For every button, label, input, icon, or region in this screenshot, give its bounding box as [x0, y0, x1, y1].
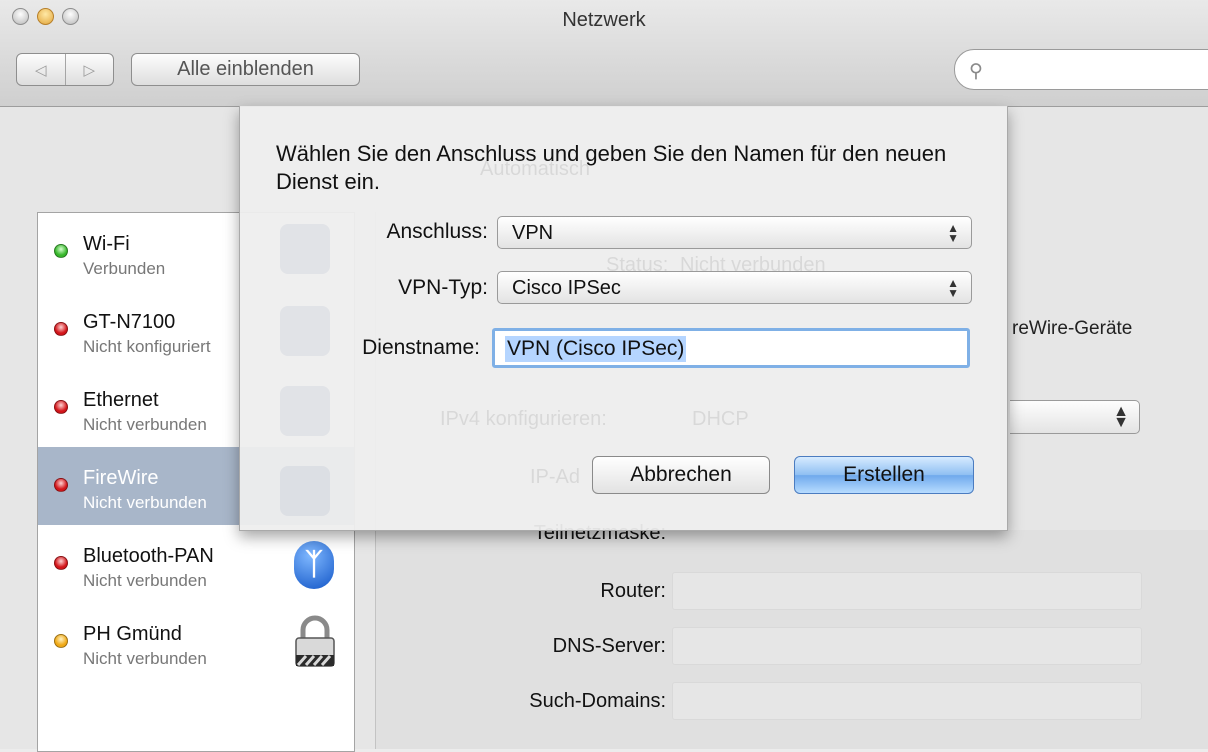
service-name: Ethernet: [83, 389, 159, 411]
ip-address-ghost-label: IP-Ad: [530, 466, 581, 488]
service-name-field[interactable]: VPN (Cisco IPSec): [492, 328, 970, 368]
service-item-ph-gmuend[interactable]: PH Gmünd Nicht verbunden: [38, 603, 354, 681]
status-green-icon: [54, 244, 68, 258]
status-yellow-icon: [54, 634, 68, 648]
firewire-info-text: reWire-Geräte: [1012, 318, 1133, 339]
status-red-icon: [54, 400, 68, 414]
status-red-icon: [54, 556, 68, 570]
dns-server-label: DNS-Server:: [552, 635, 666, 657]
popup-arrows-icon: ▲ ▼: [1113, 403, 1129, 431]
search-field[interactable]: ⚲: [954, 49, 1208, 90]
sheet-prompt: Wählen Sie den Anschluss und geben Sie d…: [276, 141, 947, 194]
create-button[interactable]: Erstellen: [794, 456, 974, 494]
back-forward-control: ◁ ▷: [16, 53, 114, 86]
search-domains-field: [672, 682, 1142, 720]
search-icon: ⚲: [969, 61, 983, 82]
show-all-button[interactable]: Alle einblenden: [131, 53, 360, 86]
back-arrow-icon[interactable]: ◁: [17, 54, 66, 85]
service-status: Nicht verbunden: [83, 571, 207, 590]
window-title: Netzwerk: [562, 9, 646, 31]
cancel-button[interactable]: Abbrechen: [592, 456, 770, 494]
service-name: FireWire: [83, 467, 159, 489]
service-name-label: Dienstname:: [362, 336, 480, 359]
service-name-value: VPN (Cisco IPSec): [505, 336, 687, 362]
window-toolbar: Netzwerk ◁ ▷ Alle einblenden ⚲: [0, 0, 1208, 107]
vpn-type-label: VPN-Typ:: [398, 276, 488, 299]
bluetooth-icon: ᛉ: [294, 541, 334, 589]
service-name: Bluetooth-PAN: [83, 545, 214, 567]
vpn-type-popup[interactable]: Cisco IPSec ▲ ▼: [497, 271, 972, 304]
firewire-ghost-icon: [280, 466, 330, 516]
ipv4-ghost-value: DHCP: [692, 408, 749, 430]
status-red-icon: [54, 478, 68, 492]
service-status: Nicht verbunden: [83, 649, 207, 668]
search-domains-label: Such-Domains:: [529, 690, 666, 712]
router-label: Router:: [600, 580, 666, 602]
dns-server-field: [672, 627, 1142, 665]
vpn-type-value: Cisco IPSec: [512, 277, 621, 299]
service-status: Nicht verbunden: [83, 415, 207, 434]
service-name: GT-N7100: [83, 311, 176, 333]
service-status: Verbunden: [83, 259, 166, 278]
service-name: PH Gmünd: [83, 623, 182, 645]
interface-popup[interactable]: VPN ▲ ▼: [497, 216, 972, 249]
forward-arrow-icon[interactable]: ▷: [66, 54, 114, 85]
service-item-bluetooth-pan[interactable]: Bluetooth-PAN Nicht verbunden ᛉ: [38, 525, 354, 603]
interface-value: VPN: [512, 222, 554, 244]
service-status: Nicht verbunden: [83, 493, 207, 512]
lock-icon: [295, 615, 335, 667]
new-service-sheet: Automatisch Status: Nicht verbunden IPv4…: [239, 106, 1008, 531]
service-name: Wi-Fi: [83, 233, 130, 255]
interface-label: Anschluss:: [386, 220, 488, 243]
popup-arrows-icon: ▲ ▼: [947, 276, 959, 300]
router-field: [672, 572, 1142, 610]
ipv4-ghost-label: IPv4 konfigurieren:: [440, 408, 607, 430]
service-status: Nicht konfiguriert: [83, 337, 211, 356]
ethernet-ghost-icon: [280, 386, 330, 436]
ipv4-configure-popup[interactable]: ▲ ▼: [1010, 400, 1140, 434]
status-red-icon: [54, 322, 68, 336]
popup-arrows-icon: ▲ ▼: [947, 221, 959, 245]
